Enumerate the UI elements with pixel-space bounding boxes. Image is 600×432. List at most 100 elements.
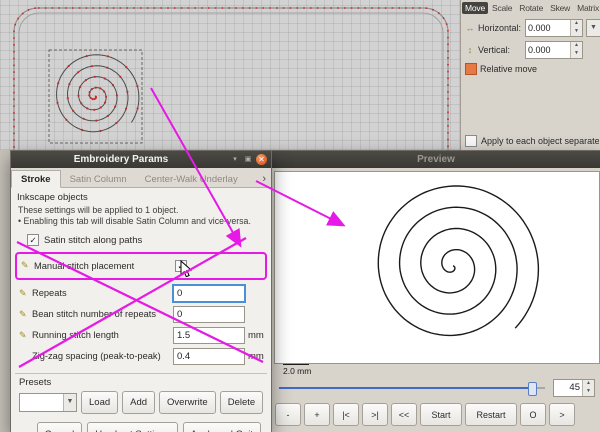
- delete-button[interactable]: Delete: [220, 391, 263, 414]
- transform-panel: Move Scale Rotate Skew Matrix ↔ Horizont…: [460, 0, 600, 150]
- step-up-icon[interactable]: ▲: [571, 42, 582, 50]
- pencil-icon: ✎: [21, 260, 31, 271]
- dialog-titlebar[interactable]: Embroidery Params ▾ ▣ ✕: [11, 151, 271, 168]
- step-up-icon[interactable]: ▲: [571, 20, 582, 28]
- unit-dropdown[interactable]: ▼: [586, 19, 600, 37]
- chevron-down-icon[interactable]: ▼: [63, 394, 76, 411]
- manual-stitch-label: Manual stitch placement: [34, 261, 172, 271]
- preview-titlebar[interactable]: Preview: [271, 151, 600, 168]
- minimize-button[interactable]: ▾: [230, 155, 240, 165]
- speed-up-button[interactable]: +: [304, 403, 330, 426]
- progress-slider[interactable]: [277, 379, 547, 396]
- zigzag-spacing-label: Zig-zag spacing (peak-to-peak): [32, 351, 170, 361]
- cancel-button[interactable]: Cancel: [37, 422, 83, 432]
- playback-controls: - + |< >| << Start Restart O >: [275, 403, 597, 426]
- rewind-button[interactable]: <<: [391, 403, 417, 426]
- loop-button[interactable]: O: [520, 403, 546, 426]
- bean-stitch-input[interactable]: [173, 306, 245, 323]
- running-stitch-unit: mm: [248, 330, 268, 341]
- presets-label: Presets: [19, 377, 263, 388]
- mouse-cursor: [179, 260, 192, 277]
- slider-handle[interactable]: [528, 382, 537, 396]
- satin-stitch-label: Satin stitch along paths: [44, 235, 142, 246]
- horizontal-label: Horizontal:: [478, 23, 522, 33]
- step-down-icon[interactable]: ▼: [583, 388, 594, 396]
- horizontal-row: ↔ Horizontal: ▲▼ ▼: [461, 16, 600, 38]
- slow-down-button[interactable]: -: [275, 403, 301, 426]
- tab-move[interactable]: Move: [462, 2, 488, 14]
- vertical-arrow-icon: ↕: [465, 45, 475, 55]
- horizontal-spinbox: ▲▼: [525, 19, 583, 37]
- vertical-label: Vertical:: [478, 45, 522, 55]
- relative-move-label: Relative move: [480, 64, 537, 74]
- apply-each-checkbox[interactable]: [465, 135, 477, 147]
- repeats-label: Repeats: [32, 288, 170, 298]
- pencil-icon: ✎: [19, 309, 29, 320]
- pencil-icon: ✎: [19, 330, 29, 341]
- vertical-row: ↕ Vertical: ▲▼: [461, 38, 600, 60]
- preview-title: Preview: [275, 154, 597, 165]
- tab-center-walk-underlay[interactable]: Center-Walk Underlay: [136, 171, 247, 187]
- close-button[interactable]: ✕: [256, 154, 267, 165]
- zigzag-spacing-input[interactable]: [173, 348, 245, 365]
- speed-spinbox: ▲▼: [553, 379, 595, 397]
- start-button[interactable]: Start: [420, 403, 462, 426]
- step-up-icon[interactable]: ▲: [583, 380, 594, 388]
- running-stitch-input[interactable]: [173, 327, 245, 344]
- step-down-icon[interactable]: ▼: [571, 50, 582, 58]
- pencil-icon: ✎: [19, 288, 29, 299]
- relative-move-checkbox[interactable]: [465, 63, 477, 75]
- chevron-right-icon[interactable]: ›: [257, 173, 271, 187]
- add-button[interactable]: Add: [122, 391, 155, 414]
- horizontal-stepper[interactable]: ▲▼: [570, 20, 582, 36]
- tab-matrix[interactable]: Matrix: [574, 2, 600, 14]
- satin-stitch-row: ✓ Satin stitch along paths: [27, 233, 267, 248]
- step-back-button[interactable]: |<: [333, 403, 359, 426]
- restart-button[interactable]: Restart: [465, 403, 517, 426]
- slider-row: ▲▼: [277, 379, 595, 396]
- speed-input[interactable]: [554, 382, 582, 393]
- presets-row: ▼ Load Add Overwrite Delete: [19, 391, 263, 414]
- info-line-2: • Enabling this tab will disable Satin C…: [18, 216, 267, 227]
- tab-stroke[interactable]: Stroke: [11, 170, 61, 188]
- vertical-input[interactable]: [526, 45, 570, 55]
- step-forward-button[interactable]: >|: [362, 403, 388, 426]
- bean-stitch-label: Bean stitch number of repeats: [32, 309, 170, 319]
- speed-stepper[interactable]: ▲▼: [582, 380, 594, 396]
- transform-tabbar: Move Scale Rotate Skew Matrix: [461, 0, 600, 16]
- step-down-icon[interactable]: ▼: [571, 28, 582, 36]
- preview-artwork: [275, 172, 597, 361]
- bean-stitch-row: ✎ Bean stitch number of repeats: [15, 304, 267, 325]
- load-button[interactable]: Load: [81, 391, 118, 414]
- zigzag-spacing-unit: mm: [248, 351, 268, 362]
- section-label: Inkscape objects: [17, 192, 267, 203]
- presets-section: Presets ▼ Load Add Overwrite Delete: [15, 373, 267, 414]
- scale-label: 2.0 mm: [283, 366, 311, 376]
- preview-spiral-path: [378, 186, 538, 335]
- info-line-1: These settings will be applied to 1 obje…: [18, 205, 267, 216]
- preview-canvas: [274, 171, 600, 364]
- forward-button[interactable]: >: [549, 403, 575, 426]
- satin-stitch-checkbox[interactable]: ✓: [27, 234, 39, 246]
- maximize-button[interactable]: ▣: [243, 155, 253, 165]
- design-canvas[interactable]: [0, 0, 460, 150]
- repeats-input[interactable]: [173, 285, 245, 302]
- running-stitch-row: ✎ Running stitch length mm: [15, 325, 267, 346]
- scale-bar: [283, 364, 309, 365]
- tab-scale[interactable]: Scale: [489, 2, 515, 14]
- canvas-artwork: [0, 0, 460, 150]
- preview-window: Preview 2.0 mm ▲▼ - + |< >|: [270, 150, 600, 432]
- use-last-settings-button[interactable]: Use Last Settings: [87, 422, 177, 432]
- apply-each-label: Apply to each object separately: [481, 136, 599, 146]
- slider-fill: [279, 387, 530, 389]
- overwrite-button[interactable]: Overwrite: [159, 391, 216, 414]
- dialog-title: Embroidery Params: [15, 154, 227, 165]
- tab-satin-column[interactable]: Satin Column: [61, 171, 136, 187]
- apply-and-quit-button[interactable]: Apply and Quit: [183, 422, 261, 432]
- tab-rotate[interactable]: Rotate: [516, 2, 546, 14]
- vertical-stepper[interactable]: ▲▼: [570, 42, 582, 58]
- relative-move-row: Relative move: [461, 60, 600, 76]
- horizontal-input[interactable]: [526, 23, 570, 33]
- tab-skew[interactable]: Skew: [547, 2, 573, 14]
- preset-select[interactable]: ▼: [19, 393, 77, 412]
